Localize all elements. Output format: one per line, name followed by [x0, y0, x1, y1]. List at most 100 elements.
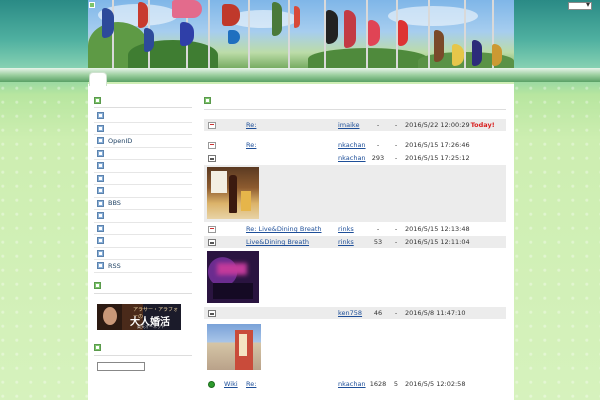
message-icon: [208, 142, 216, 149]
post-date-text: 2016/5/22 12:00:29: [405, 121, 470, 129]
post-views: -: [376, 141, 380, 149]
post-title-link[interactable]: Re: Live&Dining Breath: [246, 225, 322, 233]
sidebar-item[interactable]: OpenID: [94, 135, 192, 148]
post-date-text: 2016/5/8 11:47:10: [405, 309, 466, 317]
sidebar-item[interactable]: [94, 248, 192, 260]
nav-tab-home[interactable]: [89, 72, 107, 86]
sidebar-item[interactable]: RSS: [94, 260, 192, 273]
table-row: Wiki Re: nkachan 1628 5 2016/5/5 12:02:58: [204, 378, 506, 391]
photo-row: [204, 249, 506, 307]
ad-header-icon: [94, 282, 101, 289]
post-date: 2016/5/15 12:11:04: [405, 238, 470, 246]
post-user-link[interactable]: ken758: [338, 309, 362, 317]
recent-posts-icon: [204, 96, 211, 104]
post-views: -: [376, 225, 380, 233]
home-icon[interactable]: [89, 2, 95, 8]
ad-banner[interactable]: アラサー・アラフォーの 大人婚活 楽天オーネット: [97, 303, 181, 330]
post-replies: -: [394, 309, 398, 317]
sidebar-item[interactable]: [94, 235, 192, 248]
message-icon: [208, 122, 216, 129]
post-replies: -: [394, 121, 398, 129]
photo-row: [204, 165, 506, 223]
sidebar-item-label: OpenID: [108, 136, 133, 145]
photo-icon: [208, 155, 216, 162]
post-user-link[interactable]: rinks: [338, 225, 354, 233]
post-user-link[interactable]: nkachan: [338, 380, 366, 388]
post-title-link[interactable]: Re:: [246, 121, 256, 129]
post-date: 2016/5/22 12:00:29Today!: [405, 121, 495, 129]
thumb-sign: [239, 334, 247, 356]
post-replies: -: [394, 154, 398, 162]
user-icon: [97, 237, 104, 245]
post-date: 2016/5/15 17:25:12: [405, 154, 470, 162]
sidebar-ad-header: [94, 282, 192, 294]
post-views: 53: [373, 238, 383, 246]
user-icon: [97, 224, 104, 232]
table-row: Re: nkachan - -2016/5/15 17:26:46: [204, 139, 506, 152]
user-icon: [97, 262, 104, 270]
user-icon: [97, 112, 104, 120]
thumb-card: [211, 171, 227, 193]
search-input[interactable]: [97, 361, 145, 371]
table-row: Re: Live&Dining Breath rinks - -2016/5/15 1…: [204, 223, 506, 236]
sidebar-item[interactable]: [94, 148, 192, 160]
table-row: Live&Dining Breath rinks 53 -2016/5/15 12:1…: [204, 236, 506, 249]
post-title-link[interactable]: Re:: [246, 380, 256, 388]
sidebar-menu-header: [94, 96, 192, 108]
user-icon: [97, 149, 104, 157]
post-replies: 5: [393, 380, 399, 388]
today-badge: Today!: [470, 121, 495, 129]
sidebar-item[interactable]: [94, 173, 192, 185]
post-user-link[interactable]: rinks: [338, 238, 354, 246]
post-title-link[interactable]: Live&Dining Breath: [246, 238, 309, 246]
sidebar-item-label: RSS: [108, 261, 121, 270]
thumb-people: [213, 283, 253, 299]
post-replies: -: [394, 141, 398, 149]
sidebar-item[interactable]: [94, 160, 192, 173]
post-replies: -: [394, 238, 398, 246]
post-views: -: [376, 121, 380, 129]
header-banner-image: [88, 0, 514, 70]
sidebar-item[interactable]: [94, 210, 192, 223]
post-date-text: 2016/5/15 17:25:12: [405, 154, 470, 162]
post-user-link[interactable]: imaike: [338, 121, 359, 129]
post-date: 2016/5/15 12:13:48: [405, 225, 470, 233]
post-thumbnail[interactable]: [207, 167, 259, 219]
user-icon: [97, 187, 104, 195]
sidebar-item[interactable]: [94, 123, 192, 135]
banner-line3: 楽天オーネット: [137, 323, 165, 329]
post-title-link[interactable]: Re:: [246, 141, 256, 149]
sidebar-item[interactable]: BBS: [94, 198, 192, 210]
sidebar-item[interactable]: [94, 110, 192, 123]
post-date-text: 2016/5/5 12:02:58: [405, 380, 466, 388]
user-icon: [97, 162, 104, 170]
photo-row: [204, 320, 506, 378]
recent-posts-header: [204, 96, 506, 110]
post-views: 46: [373, 309, 383, 317]
photo-icon: [208, 239, 216, 246]
user-icon: [97, 249, 104, 257]
message-icon: [208, 226, 216, 233]
language-select[interactable]: [568, 0, 592, 10]
banner-face-image: [103, 306, 117, 325]
post-thumbnail[interactable]: [207, 324, 261, 370]
table-row: ken758 46 -2016/5/8 11:47:10: [204, 307, 506, 320]
post-category-link[interactable]: Wiki: [224, 380, 238, 388]
user-icon: [97, 124, 104, 132]
post-date: 2016/5/8 11:47:10: [405, 309, 465, 317]
photo-icon: [208, 310, 216, 317]
post-date: 2016/5/15 17:26:46: [405, 141, 470, 149]
sidebar-item[interactable]: [94, 185, 192, 198]
thumb-glass: [241, 191, 251, 211]
main-panel: OpenID BBS RSS アラサー・アラフォーの 大人婚活 楽天オーネット Re…: [88, 84, 514, 400]
post-user-link[interactable]: nkachan: [338, 154, 366, 162]
menu-header-icon: [94, 96, 101, 104]
user-icon: [97, 137, 104, 145]
post-thumbnail[interactable]: [207, 251, 259, 303]
post-date-text: 2016/5/15 17:26:46: [405, 141, 470, 149]
sidebar-item[interactable]: [94, 223, 192, 235]
post-user-link[interactable]: nkachan: [338, 141, 366, 149]
search-header-icon: [94, 344, 101, 351]
thumb-light: [217, 263, 247, 275]
